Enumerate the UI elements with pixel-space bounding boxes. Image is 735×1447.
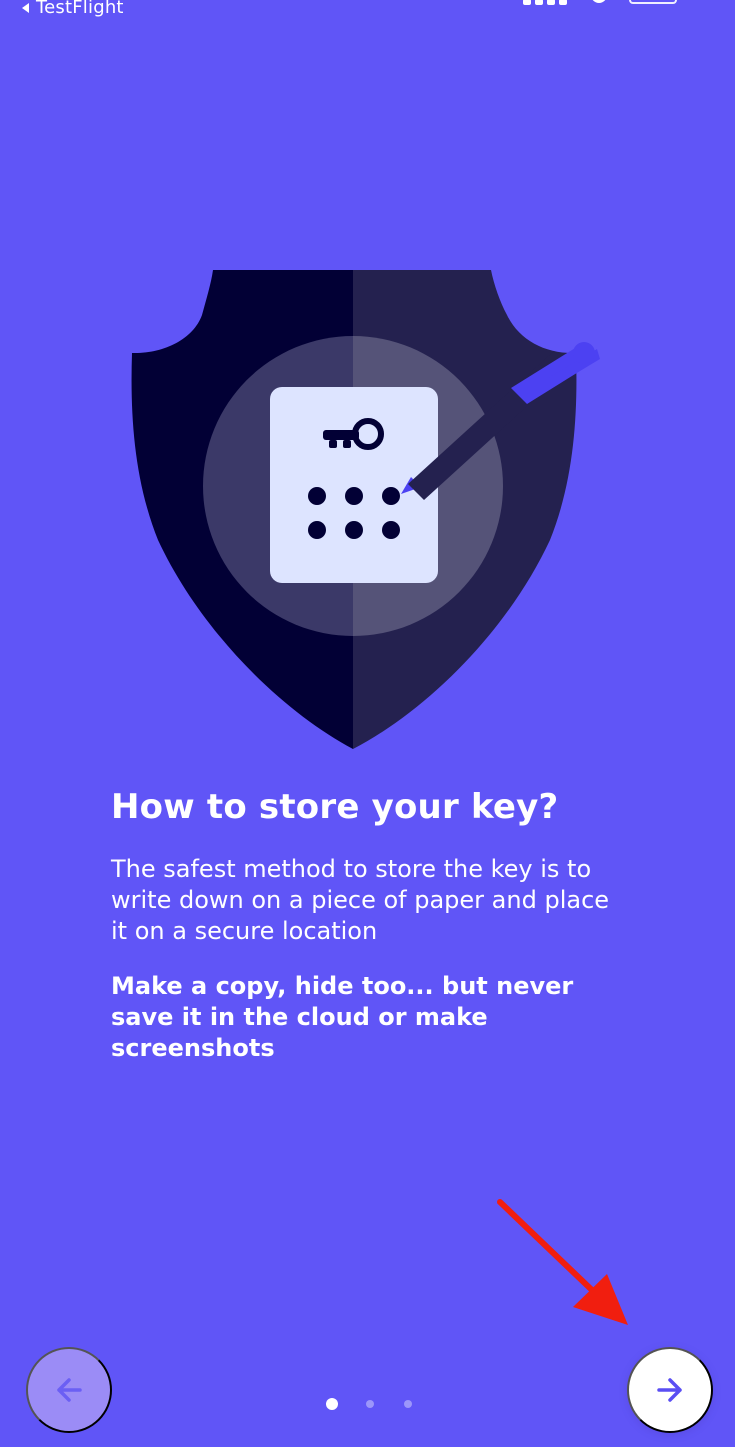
pagination-indicator (326, 1398, 416, 1410)
status-icons (523, 0, 677, 6)
page-dot (404, 1400, 412, 1408)
back-app-label: TestFlight (36, 0, 124, 18)
storage-instructions: The safest method to store the key is to… (111, 855, 610, 945)
back-to-testflight-button[interactable]: TestFlight (20, 0, 124, 18)
status-bar: TestFlight (0, 0, 735, 30)
next-button[interactable] (627, 1347, 713, 1433)
page-dot-active (326, 1398, 338, 1410)
red-pointer-arrow (497, 1199, 628, 1325)
security-warning: Make a copy, hide too... but never save … (111, 972, 574, 1062)
shield-key-pen-illustration (131, 270, 600, 749)
instruction-content: How to store your key? The safest method… (111, 786, 631, 1064)
wifi-icon (591, 0, 607, 3)
page-dot (366, 1400, 374, 1408)
previous-button[interactable] (26, 1347, 112, 1433)
battery-icon (629, 0, 677, 4)
page-title: How to store your key? (111, 787, 559, 827)
arrow-right-icon (657, 1378, 682, 1402)
arrow-left-icon (57, 1378, 82, 1402)
signal-icon (523, 0, 569, 5)
chevron-left-icon (22, 2, 29, 13)
